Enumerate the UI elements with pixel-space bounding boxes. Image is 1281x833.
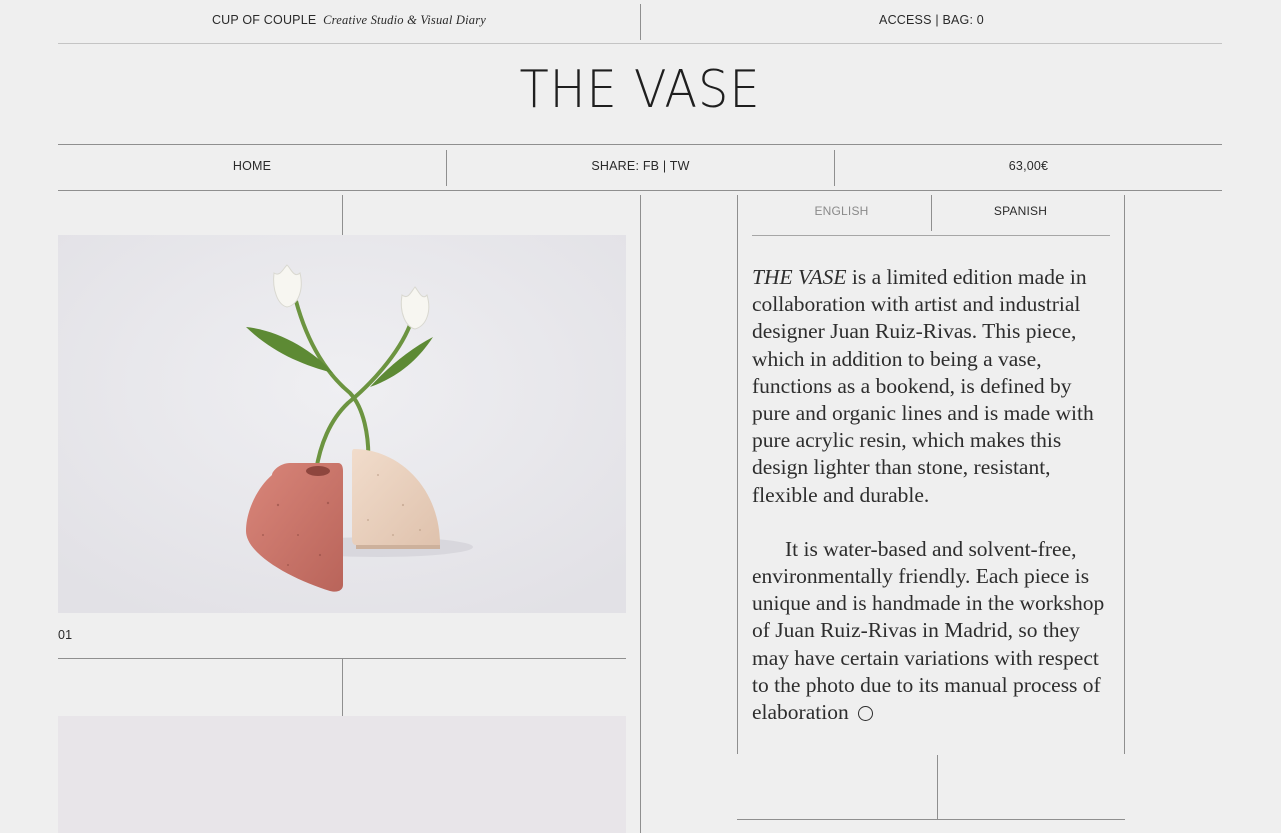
share-facebook-link[interactable]: FB [643,159,659,173]
tab-english[interactable]: ENGLISH [752,204,931,218]
brand-tagline: Creative Studio & Visual Diary [323,13,487,27]
vase-tulips-illustration [58,235,626,613]
product-photo-2[interactable] [58,716,626,833]
tab-spanish[interactable]: SPANISH [932,204,1109,218]
main-column-divider [640,195,641,833]
nav-share-cell: SHARE: FB | TW [447,159,834,173]
share-separator: | [662,159,667,173]
description-text-1: is a limited edition made in collaborati… [752,265,1094,507]
nav-top-rule [58,144,1222,145]
brand-block[interactable]: CUP OF COUPLE Creative Studio & Visual D… [58,13,640,28]
description-bottom-tick [937,755,938,819]
description-text-2: It is water-based and solvent-free, envi… [752,536,1105,725]
topbar-rule [58,43,1222,44]
topbar-separator: | [935,13,939,27]
nav-bottom-rule [58,190,1222,191]
share-label: SHARE: [591,159,640,173]
price: 63,00€ [1008,159,1049,173]
description-right-border [1124,195,1125,754]
gallery-tick-2 [342,659,343,716]
circle-icon [858,706,874,722]
language-tabs-rule [752,235,1110,236]
description-left-border [737,195,738,754]
bag-link[interactable]: BAG: 0 [942,13,984,27]
gallery-tick-1 [342,195,343,235]
price-cell: 63,00€ [835,159,1222,173]
description-paragraph-1: THE VASE is a limited edition made in co… [752,264,1112,509]
photo-2-placeholder [58,716,626,833]
access-link[interactable]: ACCESS [879,13,932,27]
product-photo-1[interactable] [58,235,626,613]
page-title: THE VASE [519,60,761,120]
home-link[interactable]: HOME [233,159,271,173]
account-links: ACCESS | BAG: 0 [641,13,1222,27]
brand-name[interactable]: CUP OF COUPLE [212,13,316,27]
product-description: THE VASE is a limited edition made in co… [752,264,1112,726]
description-bottom-rule [737,819,1125,820]
nav-home-cell: HOME [58,159,446,173]
photo-caption: 01 [58,628,73,642]
description-product-name: THE VASE [752,265,847,289]
description-paragraph-2: It is water-based and solvent-free, envi… [752,536,1112,726]
share-twitter-link[interactable]: TW [670,159,690,173]
